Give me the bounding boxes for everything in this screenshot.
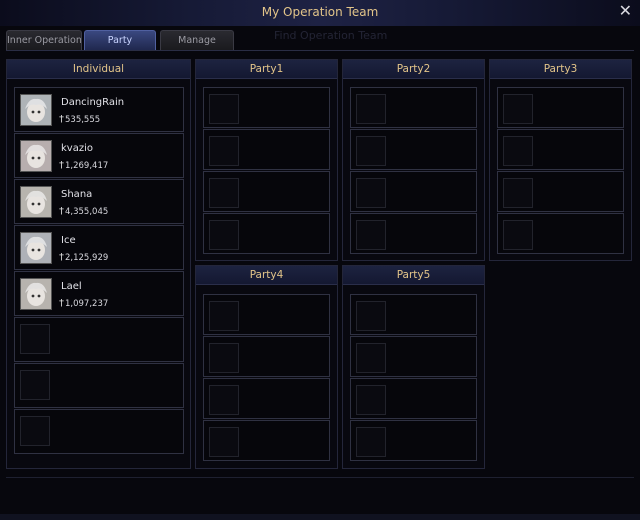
empty-slot-icon <box>503 94 533 124</box>
member-name: kvazio <box>61 143 93 154</box>
party3-slot[interactable] <box>497 171 624 212</box>
empty-slot-icon <box>356 178 386 208</box>
empty-slot-icon <box>209 301 239 331</box>
sword-icon: † <box>59 206 64 217</box>
sword-icon: † <box>59 160 64 171</box>
member-power-value: 1,269,417 <box>65 161 109 171</box>
party5-slot[interactable] <box>350 336 477 377</box>
character-portrait <box>20 140 52 172</box>
footer-divider <box>6 477 634 478</box>
member-power: †1,269,417 <box>59 160 108 171</box>
party3-slot[interactable] <box>497 129 624 170</box>
empty-member-slot[interactable] <box>14 363 184 408</box>
empty-slot-icon <box>503 220 533 250</box>
sword-icon: † <box>59 252 64 263</box>
party5-slot[interactable] <box>350 378 477 419</box>
party3-slot[interactable] <box>497 213 624 254</box>
member-power: †535,555 <box>59 114 100 125</box>
empty-slot-icon <box>209 178 239 208</box>
party1-slot[interactable] <box>203 87 330 128</box>
empty-slot-icon <box>503 136 533 166</box>
party4-slot[interactable] <box>203 420 330 461</box>
empty-slot-icon <box>20 370 50 400</box>
party1-slot[interactable] <box>203 171 330 212</box>
empty-slot-icon <box>209 94 239 124</box>
party1-slot[interactable] <box>203 213 330 254</box>
empty-member-slot[interactable] <box>14 409 184 454</box>
individual-header: Individual <box>7 60 190 79</box>
member-slot[interactable]: Shana †4,355,045 <box>14 179 184 224</box>
empty-slot-icon <box>356 301 386 331</box>
character-portrait <box>20 232 52 264</box>
member-name: DancingRain <box>61 97 125 108</box>
sword-icon: † <box>59 298 64 309</box>
member-power: †2,125,929 <box>59 252 108 263</box>
character-portrait <box>20 186 52 218</box>
party3-header: Party3 <box>490 60 631 79</box>
empty-slot-icon <box>503 178 533 208</box>
member-power: †1,097,237 <box>59 298 108 309</box>
empty-slot-icon <box>356 385 386 415</box>
empty-slot-icon <box>20 324 50 354</box>
tab-divider <box>6 50 634 51</box>
empty-slot-icon <box>356 427 386 457</box>
empty-member-slot[interactable] <box>14 317 184 362</box>
tab-inner-operation-team[interactable]: Inner Operation Te <box>6 30 82 50</box>
operation-team-window: My Operation Team ✕ Find Operation Team … <box>0 0 640 520</box>
bottom-bar <box>0 514 640 520</box>
member-power-value: 535,555 <box>65 115 101 125</box>
member-power-value: 1,097,237 <box>65 299 109 309</box>
member-slot[interactable]: kvazio †1,269,417 <box>14 133 184 178</box>
member-name: Lael <box>61 281 82 292</box>
party5-header: Party5 <box>343 266 484 285</box>
party5-slot[interactable] <box>350 294 477 335</box>
member-power-value: 4,355,045 <box>65 207 109 217</box>
party1-slot[interactable] <box>203 129 330 170</box>
member-name: Shana <box>61 189 93 200</box>
close-icon[interactable]: ✕ <box>619 1 632 20</box>
member-slot[interactable]: Lael †1,097,237 <box>14 271 184 316</box>
empty-slot-icon <box>209 220 239 250</box>
party4-slot[interactable] <box>203 294 330 335</box>
tab-manage[interactable]: Manage <box>160 30 234 50</box>
party4-slot[interactable] <box>203 336 330 377</box>
party2-slot[interactable] <box>350 129 477 170</box>
empty-slot-icon <box>356 94 386 124</box>
party2-slot[interactable] <box>350 87 477 128</box>
tab-party[interactable]: Party <box>84 30 156 50</box>
member-slot[interactable]: DancingRain †535,555 <box>14 87 184 132</box>
member-power: †4,355,045 <box>59 206 108 217</box>
party2-header: Party2 <box>343 60 484 79</box>
member-power-value: 2,125,929 <box>65 253 109 263</box>
member-name: Ice <box>61 235 76 246</box>
party4-header: Party4 <box>196 266 337 285</box>
find-team-ghost-text: Find Operation Team <box>274 29 388 42</box>
empty-slot-icon <box>209 385 239 415</box>
party5-slot[interactable] <box>350 420 477 461</box>
member-slot[interactable]: Ice †2,125,929 <box>14 225 184 270</box>
character-portrait <box>20 278 52 310</box>
party2-slot[interactable] <box>350 171 477 212</box>
party4-slot[interactable] <box>203 378 330 419</box>
party3-slot[interactable] <box>497 87 624 128</box>
empty-slot-icon <box>209 343 239 373</box>
party2-slot[interactable] <box>350 213 477 254</box>
party1-header: Party1 <box>196 60 337 79</box>
empty-slot-icon <box>356 136 386 166</box>
window-title: My Operation Team <box>261 5 379 19</box>
sword-icon: † <box>59 114 64 125</box>
empty-slot-icon <box>356 220 386 250</box>
character-portrait <box>20 94 52 126</box>
empty-slot-icon <box>209 427 239 457</box>
title-bar: My Operation Team ✕ <box>0 0 640 26</box>
empty-slot-icon <box>20 416 50 446</box>
empty-slot-icon <box>209 136 239 166</box>
empty-slot-icon <box>356 343 386 373</box>
